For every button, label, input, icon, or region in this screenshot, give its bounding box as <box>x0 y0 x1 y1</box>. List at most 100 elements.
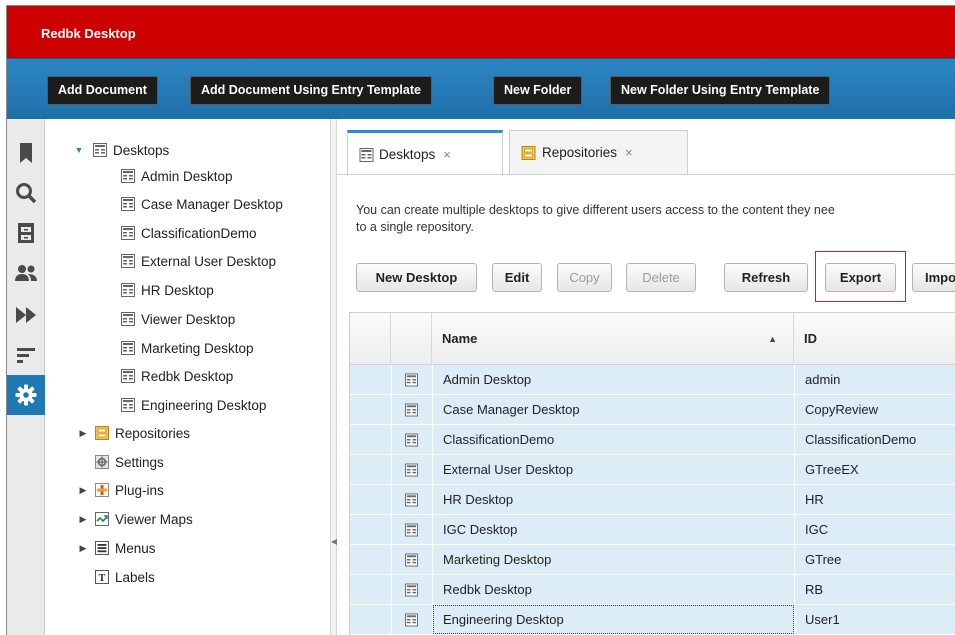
desktop-name-cell: Marketing Desktop <box>443 552 552 567</box>
tree-item-label: External User Desktop <box>141 253 277 269</box>
select-column-header[interactable] <box>350 313 391 365</box>
tree-node-viewer-maps[interactable]: ▶ Viewer Maps <box>77 508 193 530</box>
desktop-icon <box>405 553 418 567</box>
panel-splitter[interactable]: ◀ <box>330 119 337 635</box>
description-line: to a single repository. <box>356 220 474 234</box>
column-header-label: ID <box>804 331 817 346</box>
desktop-id-cell: GTree <box>805 552 842 567</box>
collapsed-arrow-icon[interactable]: ▶ <box>77 543 89 554</box>
table-row[interactable]: Admin Desktop admin <box>350 365 955 395</box>
tree-item-label: Redbk Desktop <box>141 368 234 384</box>
desktop-icon <box>121 341 135 355</box>
id-column-header[interactable]: ID <box>794 313 955 365</box>
table-row[interactable]: Redbk Desktop RB <box>350 575 955 605</box>
tree-node-repositories[interactable]: ▶ Repositories <box>77 422 191 444</box>
desktop-name-cell: IGC Desktop <box>443 522 518 537</box>
tree-item-desktop[interactable]: Marketing Desktop <box>121 337 254 359</box>
desktop-name-cell: Case Manager Desktop <box>443 402 580 417</box>
settings-icon <box>95 455 109 469</box>
tree-node-menus[interactable]: ▶ Menus <box>77 537 156 559</box>
copy-button[interactable]: Copy <box>557 263 612 292</box>
new-folder-button[interactable]: New Folder <box>493 76 583 105</box>
edit-button[interactable]: Edit <box>492 263 542 292</box>
table-row[interactable]: External User Desktop GTreeEX <box>350 455 955 485</box>
fast-forward-icon[interactable] <box>7 295 45 335</box>
import-button[interactable]: Impo <box>912 263 955 292</box>
tab-label: Desktops <box>379 147 436 162</box>
collapsed-arrow-icon[interactable]: ▶ <box>77 485 89 496</box>
new-folder-entry-template-button[interactable]: New Folder Using Entry Template <box>610 76 831 105</box>
name-column-header[interactable]: Name ▲ <box>432 313 794 365</box>
tree-item-desktop[interactable]: Engineering Desktop <box>121 394 266 416</box>
delete-button[interactable]: Delete <box>626 263 696 292</box>
refresh-button[interactable]: Refresh <box>724 263 808 292</box>
tree-item-desktop[interactable]: External User Desktop <box>121 250 276 272</box>
desktop-icon <box>121 254 135 268</box>
tab-repositories[interactable]: Repositories × <box>509 130 688 174</box>
desktop-icon <box>405 403 418 417</box>
tree-item-label: HR Desktop <box>141 282 214 298</box>
viewer-map-icon <box>95 512 109 526</box>
icon-column-header <box>391 313 432 365</box>
collapsed-arrow-icon[interactable]: ▶ <box>77 514 89 525</box>
search-icon[interactable] <box>7 173 45 213</box>
table-row[interactable]: IGC Desktop IGC <box>350 515 955 545</box>
desktop-icon <box>405 433 418 447</box>
bookmark-icon[interactable] <box>7 133 45 173</box>
list-icon[interactable] <box>7 335 45 375</box>
tree-node-plugins[interactable]: ▶ Plug-ins <box>77 479 164 501</box>
column-header-label: Name <box>442 331 478 346</box>
table-row[interactable]: HR Desktop HR <box>350 485 955 515</box>
tree-item-desktop[interactable]: Redbk Desktop <box>121 365 233 387</box>
desktop-id-cell: HR <box>805 492 824 507</box>
tree-node-label: Desktops <box>113 142 170 158</box>
table-row[interactable]: ClassificationDemo ClassificationDemo <box>350 425 955 455</box>
desktop-id-cell: GTreeEX <box>805 462 859 477</box>
desktops-grid: Name ▲ ID Admin Desktop admin Case Manag… <box>349 312 955 635</box>
desktop-icon <box>121 312 135 326</box>
export-button[interactable]: Export <box>825 263 896 292</box>
desktop-name-cell: ClassificationDemo <box>443 432 555 447</box>
tree-item-label: Viewer Desktop <box>141 311 236 327</box>
tree-item-desktop[interactable]: Viewer Desktop <box>121 308 235 330</box>
add-document-button[interactable]: Add Document <box>47 76 158 105</box>
new-desktop-button[interactable]: New Desktop <box>356 263 477 292</box>
admin-tree: ▼ Desktops Admin Desktop Case Manager De… <box>45 119 330 635</box>
title-bar: Redbk Desktop <box>7 6 955 58</box>
sort-ascending-icon[interactable]: ▲ <box>768 313 777 365</box>
desktop-name-cell: Engineering Desktop <box>443 612 564 627</box>
toolbar: Add Document Add Document Using Entry Te… <box>7 58 955 119</box>
desktop-id-cell: User1 <box>805 612 840 627</box>
tree-node-labels[interactable]: T Labels <box>77 566 155 588</box>
tree-item-label: Marketing Desktop <box>141 340 254 356</box>
desktop-icon <box>405 613 418 627</box>
description-text: You can create multiple desktops to give… <box>356 202 955 236</box>
desktop-id-cell: admin <box>805 372 841 387</box>
close-icon[interactable]: × <box>443 147 451 162</box>
desktop-icon <box>121 398 135 412</box>
table-row[interactable]: Case Manager Desktop CopyReview <box>350 395 955 425</box>
tree-item-desktop[interactable]: Admin Desktop <box>121 165 233 187</box>
tree-node-label: Plug-ins <box>115 482 164 498</box>
table-row[interactable]: Marketing Desktop GTree <box>350 545 955 575</box>
close-icon[interactable]: × <box>625 145 633 160</box>
tree-item-desktop[interactable]: ClassificationDemo <box>121 222 257 244</box>
collapsed-arrow-icon[interactable]: ▶ <box>77 428 89 439</box>
gear-icon[interactable] <box>7 375 45 415</box>
desktop-id-cell: ClassificationDemo <box>805 432 917 447</box>
tree-node-desktops[interactable]: ▼ Desktops <box>73 139 170 161</box>
expanded-arrow-icon[interactable]: ▼ <box>73 145 85 155</box>
cabinet-icon[interactable] <box>7 213 45 253</box>
table-row-focused[interactable]: Engineering Desktop User1 <box>350 605 955 635</box>
desktop-name-cell: HR Desktop <box>443 492 514 507</box>
desktop-icon <box>121 169 135 183</box>
add-document-entry-template-button[interactable]: Add Document Using Entry Template <box>190 76 432 105</box>
tree-node-settings[interactable]: Settings <box>77 451 164 473</box>
tree-item-desktop[interactable]: HR Desktop <box>121 279 214 301</box>
tab-desktops[interactable]: Desktops × <box>347 130 503 176</box>
main-panel: Desktops × Repositories × You can create… <box>337 119 955 635</box>
desktop-list-icon <box>93 143 107 157</box>
desktop-icon <box>405 373 418 387</box>
tree-item-desktop[interactable]: Case Manager Desktop <box>121 193 283 215</box>
users-icon[interactable] <box>7 253 45 293</box>
